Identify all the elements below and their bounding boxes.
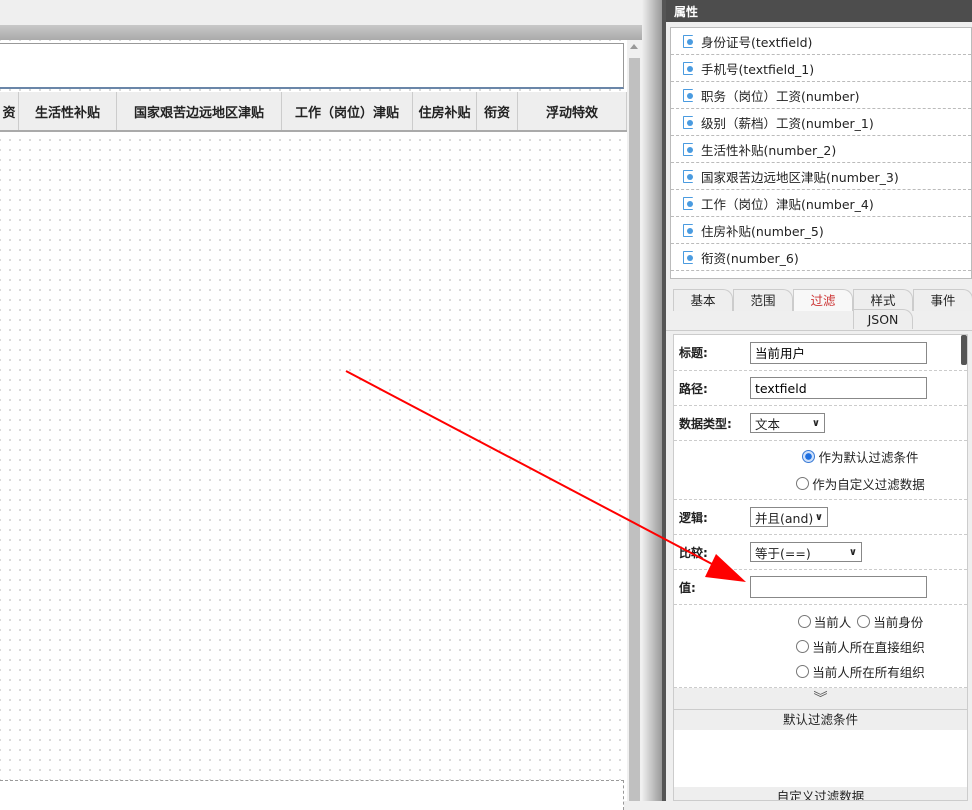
radio-icon [796, 639, 810, 653]
field-icon [683, 61, 693, 75]
title-label: 标题: [679, 346, 708, 360]
column-header[interactable]: 工作（岗位）津贴 [282, 92, 413, 130]
form-design-canvas[interactable]: 资 生活性补贴 国家艰苦边远地区津贴 工作（岗位）津贴 住房补贴 衔资 浮动特效 [0, 40, 627, 810]
radio-icon [857, 614, 871, 628]
toolbar-band [0, 25, 662, 41]
compare-label: 比较: [679, 545, 708, 560]
field-item[interactable]: 级别（薪档）工资(number_1) [671, 109, 971, 136]
column-header[interactable]: 国家艰苦边远地区津贴 [117, 92, 282, 130]
panel-title: 属性 [666, 0, 972, 22]
default-filter-content [674, 730, 967, 787]
column-header[interactable]: 浮动特效 [518, 92, 627, 130]
collapse-toggle[interactable]: ︾ [674, 688, 967, 710]
path-input[interactable] [750, 377, 927, 399]
tab-filter[interactable]: 过滤 [793, 289, 853, 311]
field-label: 级别（薪档）工资(number_1) [701, 115, 874, 131]
field-icon [683, 34, 693, 48]
column-header[interactable]: 衔资 [477, 92, 518, 130]
data-type-select[interactable]: 文本 ∨ [750, 413, 825, 433]
title-input[interactable] [750, 341, 927, 364]
field-label: 手机号(textfield_1) [701, 61, 815, 77]
canvas-scrollbar[interactable] [627, 40, 642, 801]
form-title-box[interactable] [0, 43, 624, 89]
data-type-label: 数据类型: [679, 416, 732, 431]
radio-label: 作为自定义过滤数据 [812, 477, 925, 492]
logic-label: 逻辑: [679, 510, 708, 525]
value-input[interactable] [750, 576, 927, 598]
radio-all-orgs[interactable]: 当前人所在所有组织 [796, 662, 925, 681]
chevron-down-icon: ∨ [811, 417, 820, 429]
field-label: 衔资(number_6) [701, 250, 799, 266]
radio-label: 当前人所在直接组织 [812, 639, 925, 655]
compare-select[interactable]: 等于(==) ∨ [750, 542, 862, 562]
field-item[interactable]: 生活性补贴(number_2) [671, 136, 971, 163]
radio-label: 作为默认过滤条件 [818, 450, 919, 465]
chevron-down-icon: ∨ [814, 511, 823, 523]
field-label: 职务（岗位）工资(number) [701, 88, 860, 104]
radio-label: 当前人所在所有组织 [812, 664, 925, 680]
field-icon [683, 169, 693, 183]
gutter [642, 0, 662, 801]
column-header[interactable]: 住房补贴 [413, 92, 477, 130]
field-item[interactable]: 手机号(textfield_1) [671, 55, 971, 82]
chevron-down-icon: ∨ [848, 546, 857, 558]
field-icon [683, 196, 693, 210]
footer-region[interactable] [0, 780, 624, 810]
radio-checked-icon [802, 450, 816, 463]
filter-form: 标题: 路径: 数据类型: 文本 ∨ 作为默认过滤条件 作为自定义过滤数据 逻辑: 并… [673, 334, 968, 801]
field-icon [683, 250, 693, 264]
radio-default-filter[interactable]: 作为默认过滤条件 [802, 447, 919, 466]
field-item[interactable]: 职务（岗位）工资(number) [671, 82, 971, 109]
field-label: 身份证号(textfield) [701, 34, 813, 50]
radio-custom-filter[interactable]: 作为自定义过滤数据 [796, 474, 925, 493]
field-icon [683, 88, 693, 102]
field-label: 国家艰苦边远地区津贴(number_3) [701, 169, 899, 185]
field-item[interactable]: 工作（岗位）津贴(number_4) [671, 190, 971, 217]
properties-panel: 属性 身份证号(textfield) 手机号(textfield_1) 职务（岗… [666, 0, 972, 801]
radio-icon [796, 477, 810, 490]
field-icon [683, 223, 693, 237]
field-label: 住房补贴(number_5) [701, 223, 824, 239]
default-filter-section: 默认过滤条件 [674, 710, 967, 730]
radio-current-identity[interactable]: 当前身份 [857, 612, 923, 631]
path-label: 路径: [679, 381, 708, 396]
field-item[interactable]: 国家艰苦边远地区津贴(number_3) [671, 163, 971, 190]
radio-label: 当前人 [813, 614, 852, 630]
radio-current-person[interactable]: 当前人 [797, 612, 852, 631]
radio-label: 当前身份 [873, 614, 924, 630]
tab-style[interactable]: 样式 [853, 289, 913, 311]
table-header: 资 生活性补贴 国家艰苦边远地区津贴 工作（岗位）津贴 住房补贴 衔资 浮动特效 [0, 92, 627, 132]
tab-event[interactable]: 事件 [913, 289, 972, 311]
field-item[interactable]: 身份证号(textfield) [671, 28, 971, 55]
property-tabs: 基本 范围 过滤 样式 事件 JSON [666, 287, 972, 331]
value-label: 值: [679, 580, 696, 595]
field-item[interactable]: 住房补贴(number_5) [671, 217, 971, 244]
field-label: 生活性补贴(number_2) [701, 142, 837, 158]
logic-value: 并且(and) [755, 510, 814, 526]
custom-filter-section: 自定义过滤数据 [674, 787, 967, 800]
scroll-up-icon[interactable] [630, 44, 638, 49]
radio-icon [796, 664, 810, 678]
double-chevron-down-icon: ︾ [813, 691, 828, 707]
column-header[interactable]: 生活性补贴 [19, 92, 117, 130]
logic-select[interactable]: 并且(and) ∨ [750, 507, 828, 527]
radio-icon [797, 614, 811, 628]
radio-direct-org[interactable]: 当前人所在直接组织 [796, 637, 925, 656]
scroll-thumb[interactable] [629, 58, 640, 801]
tab-range[interactable]: 范围 [733, 289, 793, 311]
tab-json[interactable]: JSON [853, 309, 913, 329]
field-label: 工作（岗位）津贴(number_4) [701, 196, 874, 212]
tab-basic[interactable]: 基本 [673, 289, 733, 311]
field-item[interactable]: 衔资(number_6) [671, 244, 971, 271]
field-list[interactable]: 身份证号(textfield) 手机号(textfield_1) 职务（岗位）工… [670, 27, 972, 279]
field-icon [683, 115, 693, 129]
data-type-value: 文本 [755, 416, 781, 432]
field-icon [683, 142, 693, 156]
compare-value: 等于(==) [755, 545, 811, 561]
column-header[interactable]: 资 [0, 92, 19, 130]
